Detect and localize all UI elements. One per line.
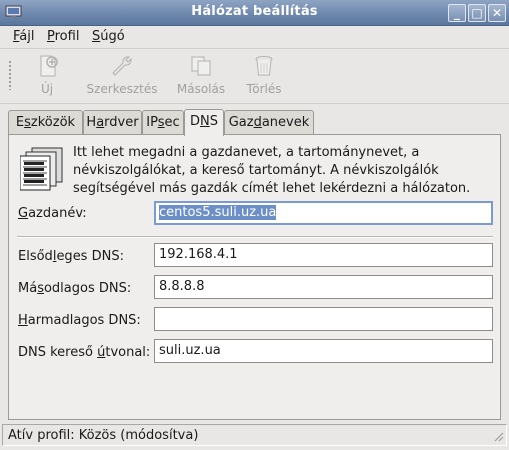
wrench-icon [112,56,132,76]
edit-label: Szerkesztés [86,82,158,96]
tab-dns[interactable]: DNS [184,109,224,136]
delete-button[interactable]: Törlés [245,54,283,96]
menu-profile[interactable]: Profil [47,29,79,44]
new-button[interactable]: Új [36,54,58,96]
hostname-label: Gazdanév: [18,206,87,221]
menu-help[interactable]: Súgó [92,29,125,44]
resize-grip-icon[interactable] [492,430,504,442]
menu-file[interactable]: Fájl [13,29,35,44]
primary-dns-input[interactable]: 192.168.4.1 [154,243,493,267]
toolbar-bottom-separator [0,103,509,104]
title-bar[interactable]: Hálózat beállítás _ □ ✕ [0,0,509,26]
copy-icon [191,56,211,76]
window-title: Hálózat beállítás [191,4,318,19]
tab-hardware[interactable]: Hardver [83,110,142,134]
new-profile-icon [40,55,58,77]
delete-label: Törlés [246,82,282,96]
tab-hosts[interactable]: Gazdanevek [224,110,314,134]
section-separator [17,236,493,237]
maximize-button[interactable]: □ [468,4,486,22]
dns-description: Itt lehet megadni a gazdanevet, a tartom… [73,145,471,196]
tab-devices[interactable]: Eszközök [8,110,83,134]
menu-bar: Fájl Profil Súgó [0,26,509,48]
edit-button[interactable]: Szerkesztés [84,54,160,96]
hostname-value: centos5.suli.uz.ua [159,205,277,220]
new-label: Új [40,82,54,96]
toolbar-separator [0,48,509,49]
primary-dns-label: Elsődleges DNS: [18,249,124,264]
trash-icon [255,56,273,76]
minimize-button[interactable]: _ [448,4,466,22]
dns-panel: Itt lehet megadni a gazdanevet, a tartom… [8,134,501,420]
dns-search-path-input[interactable]: suli.uz.ua [154,339,493,363]
toolbar-grip[interactable] [8,60,12,90]
copy-button[interactable]: Másolás [175,54,227,96]
status-bar: Atív profil: Közös (módosítva) [2,424,507,446]
secondary-dns-input[interactable]: 8.8.8.8 [154,275,493,299]
hostname-input[interactable]: centos5.suli.uz.ua [154,201,493,225]
secondary-dns-label: Másodlagos DNS: [18,281,132,296]
copy-label: Másolás [176,82,226,96]
tertiary-dns-input[interactable] [154,307,493,331]
close-button[interactable]: ✕ [488,4,506,22]
tertiary-dns-label: Harmadlagos DNS: [18,313,141,328]
active-profile-status: Atív profil: Közös (módosítva) [8,428,199,443]
dns-search-path-label: DNS kereső útvonal: [18,345,151,360]
dns-server-list-icon [20,147,63,191]
tab-ipsec[interactable]: IPsec [142,110,184,134]
